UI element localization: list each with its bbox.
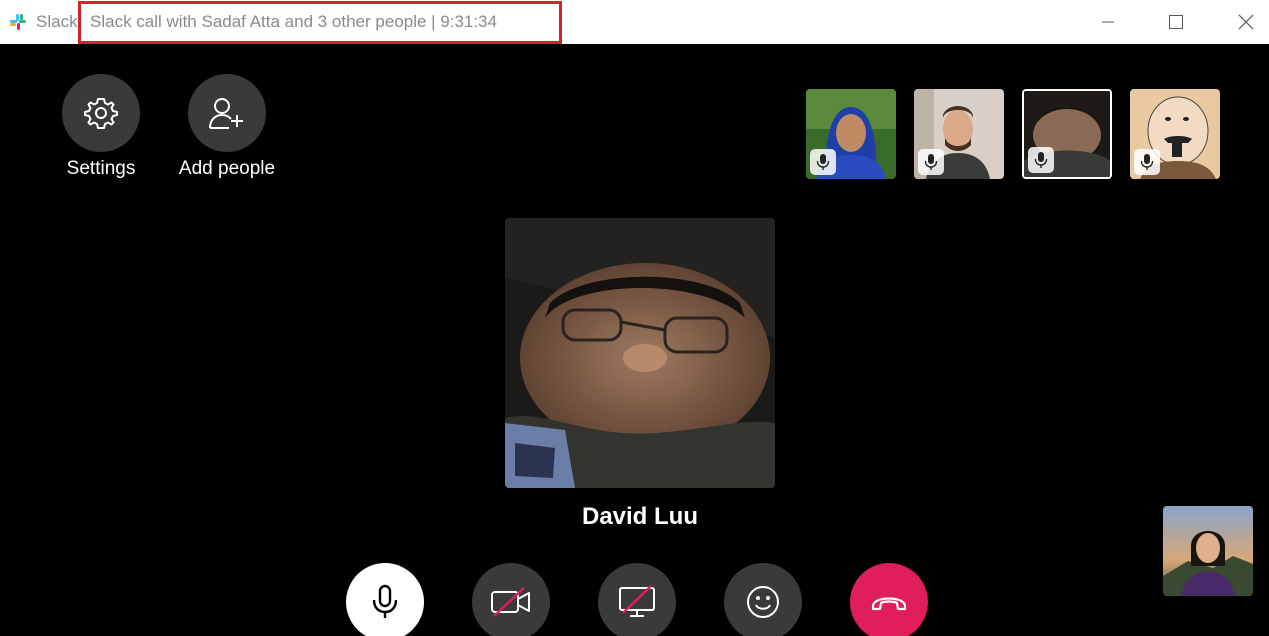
participant-tile-active[interactable] bbox=[1022, 89, 1112, 179]
participant-tile[interactable] bbox=[914, 89, 1004, 179]
mic-icon bbox=[1140, 154, 1154, 170]
mic-badge bbox=[810, 149, 836, 175]
screen-share-button[interactable] bbox=[598, 563, 676, 636]
minimize-button[interactable] bbox=[1078, 0, 1138, 44]
participant-tile[interactable] bbox=[1130, 89, 1220, 179]
close-icon bbox=[1238, 14, 1254, 30]
annotation-highlight-box bbox=[78, 1, 562, 44]
mic-badge bbox=[918, 149, 944, 175]
settings-label: Settings bbox=[66, 158, 136, 179]
main-speaker-avatar-icon bbox=[505, 218, 775, 488]
mic-icon bbox=[816, 154, 830, 170]
participant-tile[interactable] bbox=[806, 89, 896, 179]
self-view-avatar-icon bbox=[1163, 506, 1253, 596]
app-name: Slack bbox=[36, 12, 78, 31]
minimize-icon bbox=[1102, 21, 1114, 23]
emoji-icon bbox=[747, 586, 779, 618]
gear-icon bbox=[84, 98, 118, 129]
main-speaker-name: David Luu bbox=[581, 503, 698, 530]
video-toggle-button[interactable] bbox=[472, 563, 550, 636]
screen-share-off-icon bbox=[619, 585, 655, 617]
hang-up-icon bbox=[871, 597, 907, 611]
mic-icon bbox=[1034, 152, 1048, 168]
mic-icon bbox=[372, 584, 398, 618]
maximize-button[interactable] bbox=[1146, 0, 1206, 44]
main-speaker-video bbox=[505, 218, 775, 488]
settings-control[interactable]: Settings bbox=[46, 74, 156, 180]
video-off-icon bbox=[491, 587, 530, 617]
mic-badge bbox=[1028, 147, 1054, 173]
maximize-icon bbox=[1169, 15, 1183, 29]
close-button[interactable] bbox=[1216, 0, 1269, 44]
self-view-video bbox=[1163, 506, 1253, 596]
add-people-control[interactable]: Add people bbox=[172, 74, 282, 180]
mic-icon bbox=[924, 154, 938, 170]
add-people-button[interactable] bbox=[188, 74, 266, 152]
add-people-label: Add people bbox=[178, 158, 276, 179]
slack-logo-icon bbox=[10, 14, 26, 30]
add-user-icon bbox=[209, 98, 243, 129]
mute-button[interactable] bbox=[346, 563, 424, 636]
title-bar: Slack Slack call with Sadaf Atta and 3 o… bbox=[0, 0, 1269, 44]
reaction-button[interactable] bbox=[724, 563, 802, 636]
hang-up-button[interactable] bbox=[850, 563, 928, 636]
mic-badge bbox=[1134, 149, 1160, 175]
settings-button[interactable] bbox=[62, 74, 140, 152]
